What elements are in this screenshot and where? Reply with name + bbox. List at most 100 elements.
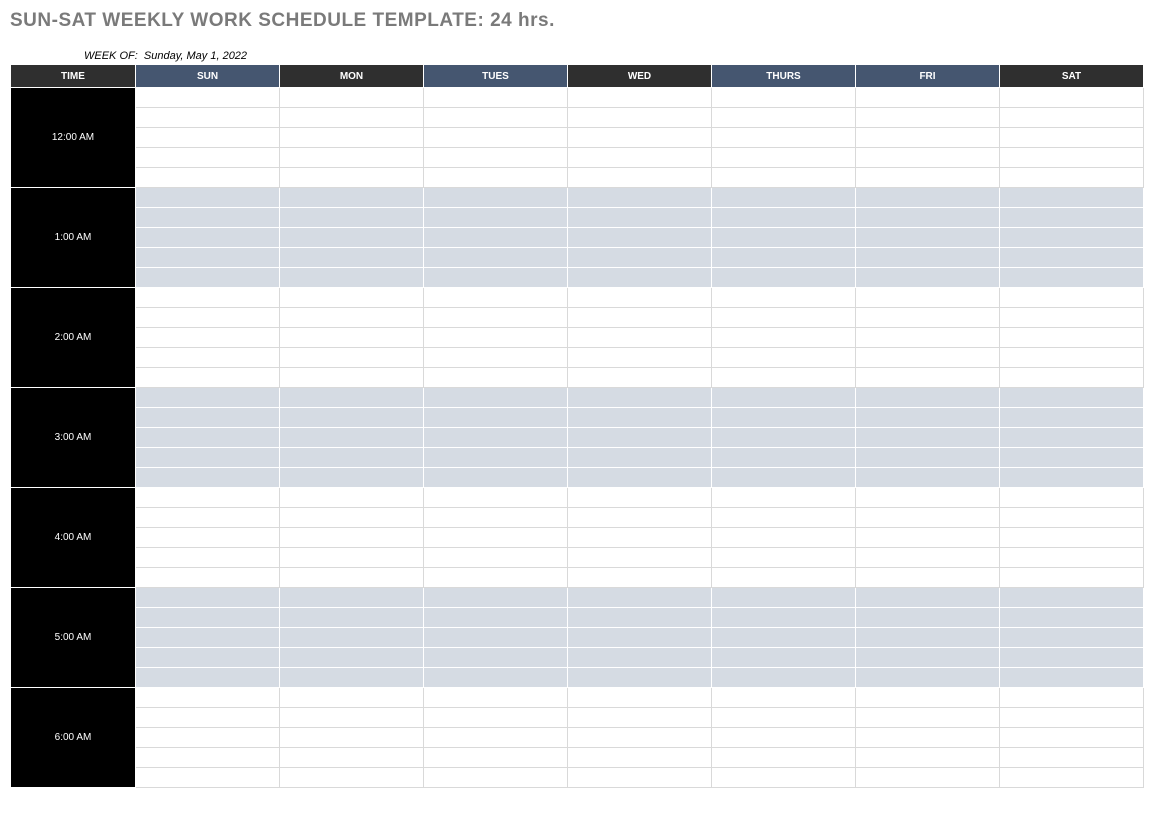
schedule-cell[interactable] — [568, 428, 712, 448]
schedule-cell[interactable] — [856, 728, 1000, 748]
schedule-cell[interactable] — [424, 108, 568, 128]
schedule-cell[interactable] — [1000, 208, 1144, 228]
schedule-cell[interactable] — [568, 188, 712, 208]
schedule-cell[interactable] — [280, 508, 424, 528]
schedule-cell[interactable] — [568, 668, 712, 688]
schedule-cell[interactable] — [280, 148, 424, 168]
schedule-cell[interactable] — [712, 628, 856, 648]
schedule-cell[interactable] — [568, 388, 712, 408]
schedule-cell[interactable] — [712, 708, 856, 728]
schedule-cell[interactable] — [424, 328, 568, 348]
schedule-cell[interactable] — [712, 168, 856, 188]
schedule-cell[interactable] — [856, 568, 1000, 588]
schedule-cell[interactable] — [712, 188, 856, 208]
schedule-cell[interactable] — [712, 468, 856, 488]
schedule-cell[interactable] — [1000, 508, 1144, 528]
schedule-cell[interactable] — [1000, 648, 1144, 668]
schedule-cell[interactable] — [1000, 448, 1144, 468]
schedule-cell[interactable] — [856, 748, 1000, 768]
schedule-cell[interactable] — [712, 228, 856, 248]
schedule-cell[interactable] — [136, 708, 280, 728]
schedule-cell[interactable] — [856, 768, 1000, 788]
schedule-cell[interactable] — [424, 428, 568, 448]
schedule-cell[interactable] — [856, 348, 1000, 368]
schedule-cell[interactable] — [568, 628, 712, 648]
schedule-cell[interactable] — [280, 388, 424, 408]
schedule-cell[interactable] — [856, 428, 1000, 448]
schedule-cell[interactable] — [136, 528, 280, 548]
schedule-cell[interactable] — [136, 228, 280, 248]
schedule-cell[interactable] — [712, 128, 856, 148]
schedule-cell[interactable] — [424, 688, 568, 708]
schedule-cell[interactable] — [856, 88, 1000, 108]
schedule-cell[interactable] — [1000, 88, 1144, 108]
schedule-cell[interactable] — [424, 288, 568, 308]
schedule-cell[interactable] — [856, 488, 1000, 508]
schedule-cell[interactable] — [280, 408, 424, 428]
schedule-cell[interactable] — [280, 128, 424, 148]
schedule-cell[interactable] — [1000, 328, 1144, 348]
schedule-cell[interactable] — [712, 428, 856, 448]
schedule-cell[interactable] — [136, 568, 280, 588]
schedule-cell[interactable] — [136, 328, 280, 348]
schedule-cell[interactable] — [568, 768, 712, 788]
schedule-cell[interactable] — [712, 688, 856, 708]
schedule-cell[interactable] — [424, 648, 568, 668]
schedule-cell[interactable] — [136, 208, 280, 228]
schedule-cell[interactable] — [424, 308, 568, 328]
schedule-cell[interactable] — [856, 368, 1000, 388]
schedule-cell[interactable] — [424, 748, 568, 768]
schedule-cell[interactable] — [712, 488, 856, 508]
schedule-cell[interactable] — [136, 248, 280, 268]
schedule-cell[interactable] — [568, 748, 712, 768]
schedule-cell[interactable] — [280, 548, 424, 568]
schedule-cell[interactable] — [424, 388, 568, 408]
schedule-cell[interactable] — [136, 768, 280, 788]
schedule-cell[interactable] — [280, 728, 424, 748]
schedule-cell[interactable] — [856, 548, 1000, 568]
schedule-cell[interactable] — [856, 128, 1000, 148]
schedule-cell[interactable] — [1000, 288, 1144, 308]
schedule-cell[interactable] — [136, 148, 280, 168]
schedule-cell[interactable] — [424, 408, 568, 428]
schedule-cell[interactable] — [568, 608, 712, 628]
schedule-cell[interactable] — [136, 268, 280, 288]
schedule-cell[interactable] — [712, 728, 856, 748]
schedule-cell[interactable] — [568, 288, 712, 308]
schedule-cell[interactable] — [568, 568, 712, 588]
schedule-cell[interactable] — [280, 708, 424, 728]
schedule-cell[interactable] — [712, 548, 856, 568]
schedule-cell[interactable] — [856, 708, 1000, 728]
schedule-cell[interactable] — [712, 408, 856, 428]
schedule-cell[interactable] — [136, 508, 280, 528]
schedule-cell[interactable] — [424, 768, 568, 788]
schedule-cell[interactable] — [856, 168, 1000, 188]
schedule-cell[interactable] — [280, 768, 424, 788]
schedule-cell[interactable] — [1000, 708, 1144, 728]
schedule-cell[interactable] — [280, 468, 424, 488]
schedule-cell[interactable] — [136, 548, 280, 568]
schedule-cell[interactable] — [424, 208, 568, 228]
schedule-cell[interactable] — [424, 128, 568, 148]
schedule-cell[interactable] — [1000, 468, 1144, 488]
schedule-cell[interactable] — [424, 508, 568, 528]
schedule-cell[interactable] — [568, 248, 712, 268]
schedule-cell[interactable] — [136, 468, 280, 488]
schedule-cell[interactable] — [568, 348, 712, 368]
schedule-cell[interactable] — [424, 348, 568, 368]
schedule-cell[interactable] — [136, 588, 280, 608]
schedule-cell[interactable] — [856, 608, 1000, 628]
schedule-cell[interactable] — [280, 748, 424, 768]
schedule-cell[interactable] — [712, 748, 856, 768]
schedule-cell[interactable] — [424, 148, 568, 168]
schedule-cell[interactable] — [424, 88, 568, 108]
schedule-cell[interactable] — [1000, 488, 1144, 508]
schedule-cell[interactable] — [280, 288, 424, 308]
schedule-cell[interactable] — [1000, 368, 1144, 388]
schedule-cell[interactable] — [856, 248, 1000, 268]
schedule-cell[interactable] — [568, 508, 712, 528]
schedule-cell[interactable] — [280, 328, 424, 348]
schedule-cell[interactable] — [136, 128, 280, 148]
schedule-cell[interactable] — [568, 268, 712, 288]
schedule-cell[interactable] — [424, 668, 568, 688]
